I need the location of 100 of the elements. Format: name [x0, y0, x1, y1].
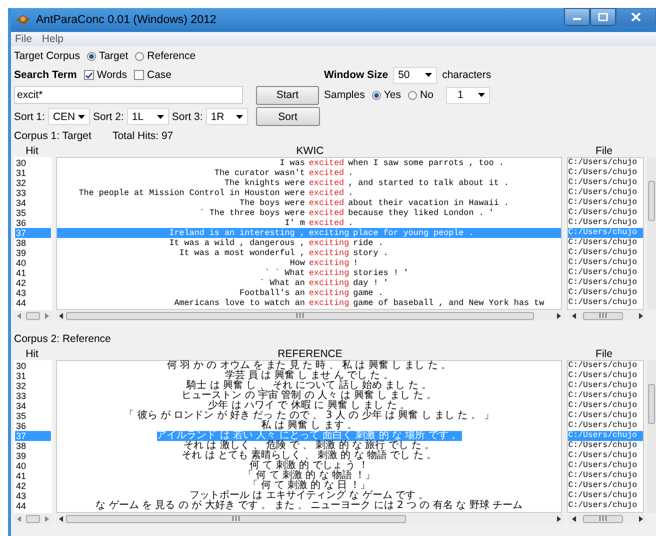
horizontal-scrollbar[interactable] [56, 514, 564, 524]
file-path[interactable]: C:/Users/chujo [568, 381, 644, 391]
file-path[interactable]: C:/Users/chujo [568, 278, 644, 288]
sort-button[interactable]: Sort [256, 107, 320, 126]
checkbox[interactable] [84, 70, 94, 80]
left-arrow-icon[interactable] [59, 312, 63, 318]
file-path[interactable]: C:/Users/chujo [568, 258, 644, 268]
hit-number[interactable]: 40 [15, 258, 51, 268]
hit-number[interactable]: 38 [15, 238, 51, 248]
search-field[interactable]: excit* [14, 86, 243, 104]
samples-dropdown[interactable]: 1 [446, 86, 490, 104]
radio-button[interactable] [86, 52, 96, 60]
hit-number[interactable]: 36 [15, 218, 51, 228]
hit-number[interactable]: 44 [15, 298, 51, 308]
radio-button[interactable] [135, 52, 144, 60]
hit-number[interactable]: 41 [15, 268, 51, 278]
file-path[interactable]: C:/Users/chujo [568, 248, 644, 258]
file-path[interactable]: C:/Users/chujo [568, 401, 644, 411]
file-path[interactable]: C:/Users/chujo [568, 238, 644, 248]
file-path[interactable]: C:/Users/chujo [568, 421, 644, 431]
file-path[interactable]: C:/Users/chujo [568, 481, 644, 491]
window-size-dropdown[interactable]: 50 [393, 66, 438, 84]
vertical-scrollbar[interactable] [647, 157, 656, 310]
column-header[interactable]: File [564, 144, 644, 156]
kwic-line[interactable]: ` The three boys were excited because they liked London . ' [56, 208, 562, 218]
start-button[interactable]: Start [256, 86, 319, 104]
kwic-line[interactable]: The boys were excited about their vacation in Hawaii . [56, 198, 562, 208]
column-header[interactable]: File [564, 348, 644, 360]
checkbox[interactable] [134, 70, 144, 80]
hit-number[interactable]: 41 [15, 471, 51, 481]
horizontal-scrollbar[interactable] [56, 310, 564, 320]
hit-number[interactable]: 43 [15, 491, 51, 501]
menu-item[interactable]: Help [42, 33, 64, 45]
hit-number[interactable]: 32 [15, 178, 51, 188]
hit-number[interactable]: 35 [15, 411, 51, 421]
vertical-scrollbar[interactable] [647, 360, 656, 513]
hit-number[interactable]: 34 [15, 401, 51, 411]
kwic-line[interactable]: How exciting ! [56, 258, 562, 268]
column-header[interactable]: KWIC [56, 144, 564, 156]
kwic-line[interactable]: The people at Mission Control in Houston were excited . [56, 188, 562, 198]
file-path[interactable]: C:/Users/chujo [568, 268, 644, 278]
file-path[interactable]: C:/Users/chujo [568, 178, 644, 188]
kwic-line[interactable]: The curator wasn't excited . [56, 168, 562, 178]
sort-dropdown[interactable]: 1R [206, 108, 248, 125]
right-arrow-icon[interactable] [639, 312, 643, 318]
file-path[interactable]: C:/Users/chujo [568, 288, 644, 298]
reference-line[interactable]: 「 彼ら が ロンドン が 好き だっ た ので 、 3 人 の 少年 は 興奮 し まし た 。 」 [124, 411, 494, 421]
hit-number[interactable]: 36 [15, 421, 51, 431]
kwic-line[interactable]: The knights were excited , and started to talk about it . [56, 178, 562, 188]
hit-number[interactable]: 33 [15, 391, 51, 401]
hit-number[interactable]: 42 [15, 481, 51, 491]
kwic-line[interactable]: Football's an exciting game . [56, 288, 562, 298]
hit-number[interactable]: 31 [15, 371, 51, 381]
kwic-line[interactable]: Americans love to watch an exciting game of baseball , and New York has tw [56, 298, 562, 308]
horizontal-scrollbar[interactable] [569, 514, 646, 524]
right-arrow-icon[interactable] [639, 516, 643, 522]
file-path[interactable]: C:/Users/chujo [568, 411, 644, 421]
menu-item[interactable]: File [15, 33, 32, 45]
file-path[interactable]: C:/Users/chujo [568, 168, 644, 178]
reference-line[interactable]: 「 何 て 刺激 的 な 日 ！」 [248, 481, 370, 491]
kwic-line[interactable]: It was a wild , dangerous , exciting ride . [56, 238, 562, 248]
file-path[interactable]: C:/Users/chujo [568, 361, 644, 371]
hit-number[interactable]: 33 [15, 188, 51, 198]
reference-line[interactable]: な ゲーム を 見る の が 大好き です 。 また 、 ニューヨーク には 2 つ の 有名 な 野球 チーム [96, 501, 522, 511]
file-path[interactable]: C:/Users/chujo [568, 391, 644, 401]
kwic-line[interactable]: ` ` What exciting stories ! ' [56, 268, 562, 278]
sort-dropdown[interactable]: 1L [126, 108, 169, 125]
radio-button[interactable] [372, 90, 381, 100]
reference-line[interactable]: フットボール は エキサイティング な ゲーム です 。 [190, 491, 429, 501]
file-path[interactable]: C:/Users/chujo [568, 501, 644, 511]
file-path[interactable]: C:/Users/chujo [568, 441, 644, 451]
reference-line[interactable]: 学芸 員 は 興奮 し ませ ん でし た 。 [224, 371, 394, 381]
reference-line[interactable]: 私 は 興奮 し ます 。 [261, 421, 358, 431]
kwic-line[interactable]: It was a most wonderful , exciting story . [56, 248, 562, 258]
file-path[interactable]: C:/Users/chujo [568, 198, 644, 208]
hit-number[interactable]: 30 [15, 158, 51, 168]
file-path[interactable]: C:/Users/chujo [568, 208, 644, 218]
reference-line[interactable]: 何 羽 か の オウム を また 見 た 時 、 私 は 興奮 し まし た 。 [167, 361, 452, 371]
reference-line[interactable]: 騎士 は 興奮 し 、 それ について 話し 始め まし た 。 [186, 381, 432, 391]
column-header[interactable]: Hit [14, 144, 50, 156]
hit-number[interactable]: 30 [15, 361, 51, 371]
hit-number[interactable]: 43 [15, 288, 51, 298]
hit-number[interactable]: 38 [15, 441, 51, 451]
hit-number[interactable]: 35 [15, 208, 51, 218]
hit-number[interactable]: 40 [15, 461, 51, 471]
column-header[interactable]: Hit [14, 348, 50, 360]
file-path[interactable]: C:/Users/chujo [568, 371, 644, 381]
file-path[interactable]: C:/Users/chujo [568, 158, 644, 168]
horizontal-scrollbar[interactable] [569, 310, 646, 320]
file-path[interactable]: C:/Users/chujo [568, 491, 644, 501]
kwic-line[interactable]: I was excited when I saw some parrots , too . [56, 158, 562, 168]
left-arrow-icon[interactable] [572, 516, 576, 522]
radio-button[interactable] [408, 90, 417, 100]
minimize-button[interactable] [564, 8, 590, 26]
file-path[interactable]: C:/Users/chujo [568, 298, 644, 308]
file-path[interactable]: C:/Users/chujo [568, 218, 644, 228]
maximize-button[interactable] [590, 8, 616, 26]
left-arrow-icon[interactable] [59, 516, 63, 522]
hit-number[interactable]: 31 [15, 168, 51, 178]
reference-line[interactable]: それ は とても 素晴らしく 、 刺激 的 な 物語 でし た 。 [182, 451, 437, 461]
